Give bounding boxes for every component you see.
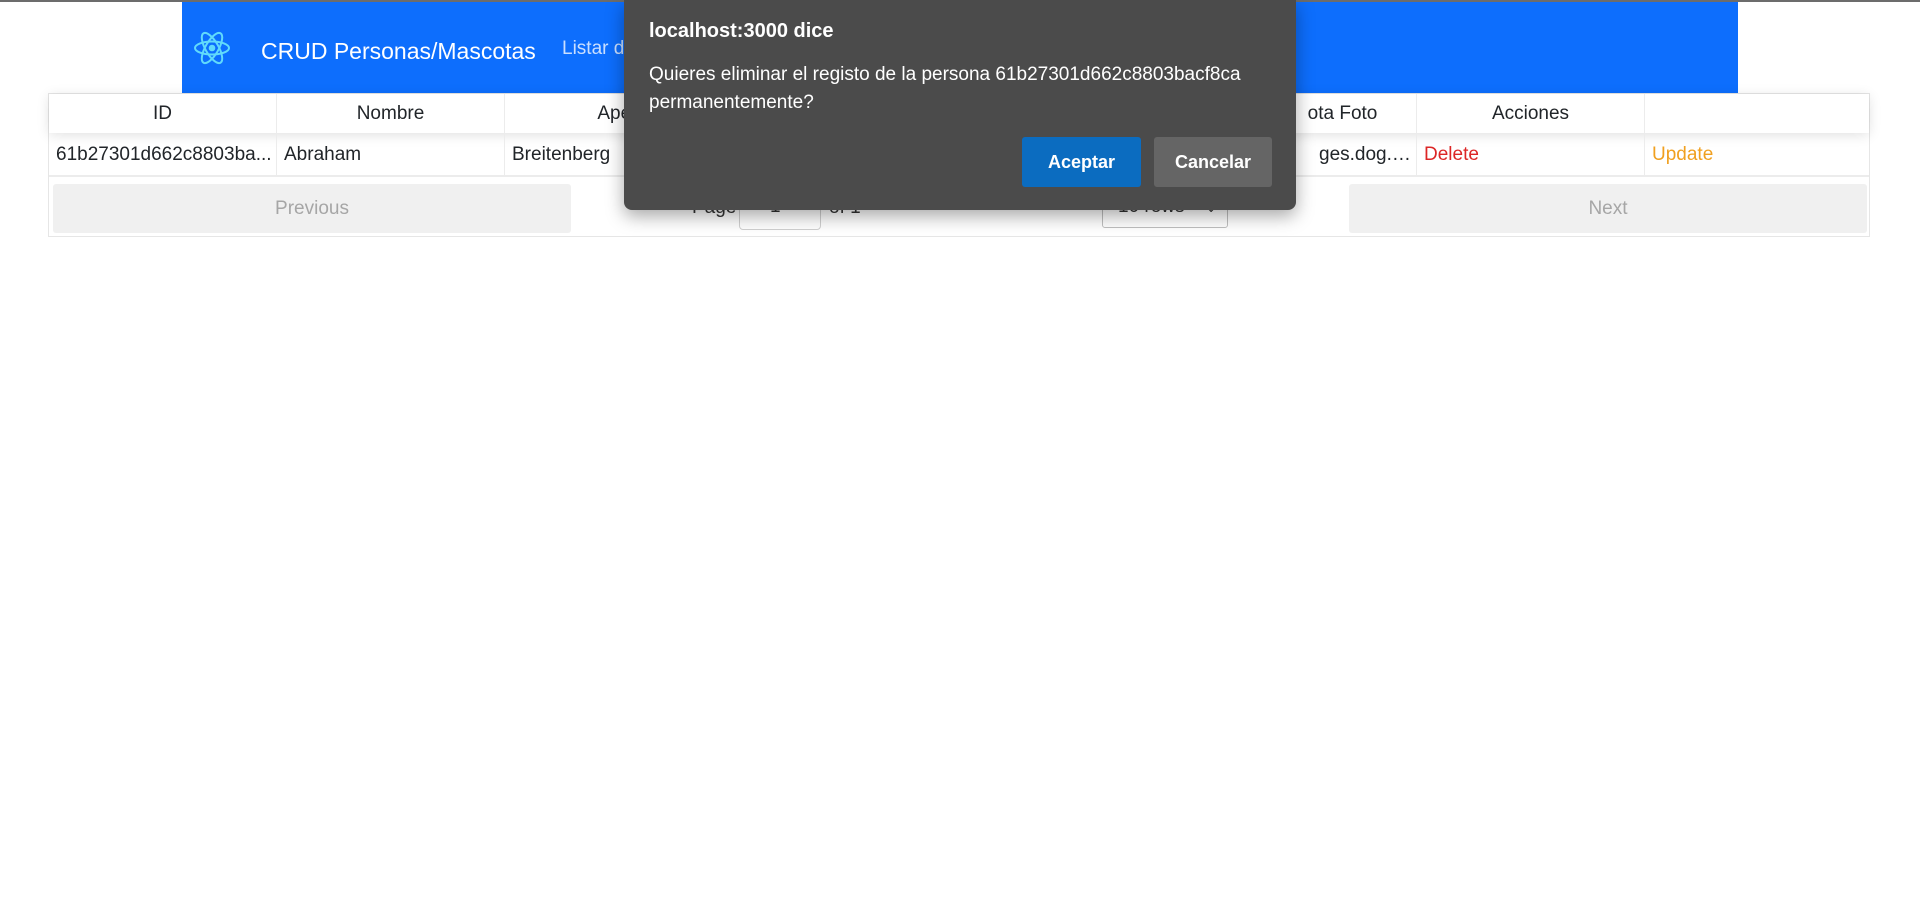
cancel-button[interactable]: Cancelar <box>1154 137 1272 187</box>
nav-link-listar[interactable]: Listar d <box>562 38 624 60</box>
cell-nombre: Abraham <box>277 134 505 175</box>
react-logo-icon[interactable] <box>192 28 232 68</box>
column-header-nombre[interactable]: Nombre <box>277 94 505 133</box>
column-header-8[interactable] <box>1645 94 1869 133</box>
cell-id: 61b27301d662c8803ba... <box>49 134 277 175</box>
update-link[interactable]: Update <box>1645 134 1869 175</box>
next-button[interactable]: Next <box>1349 184 1867 233</box>
dialog-message: Quieres eliminar el registo de la person… <box>649 64 1241 113</box>
column-header-id[interactable]: ID <box>49 94 277 133</box>
previous-button[interactable]: Previous <box>53 184 571 233</box>
column-header-acciones[interactable]: Acciones <box>1417 94 1645 133</box>
accept-button[interactable]: Aceptar <box>1022 137 1141 187</box>
dialog-title: localhost:3000 dice <box>649 20 834 42</box>
delete-link[interactable]: Delete <box>1417 134 1645 175</box>
alert-dialog: localhost:3000 dice Quieres eliminar el … <box>624 0 1296 210</box>
navbar-brand[interactable]: CRUD Personas/Mascotas <box>261 38 536 65</box>
